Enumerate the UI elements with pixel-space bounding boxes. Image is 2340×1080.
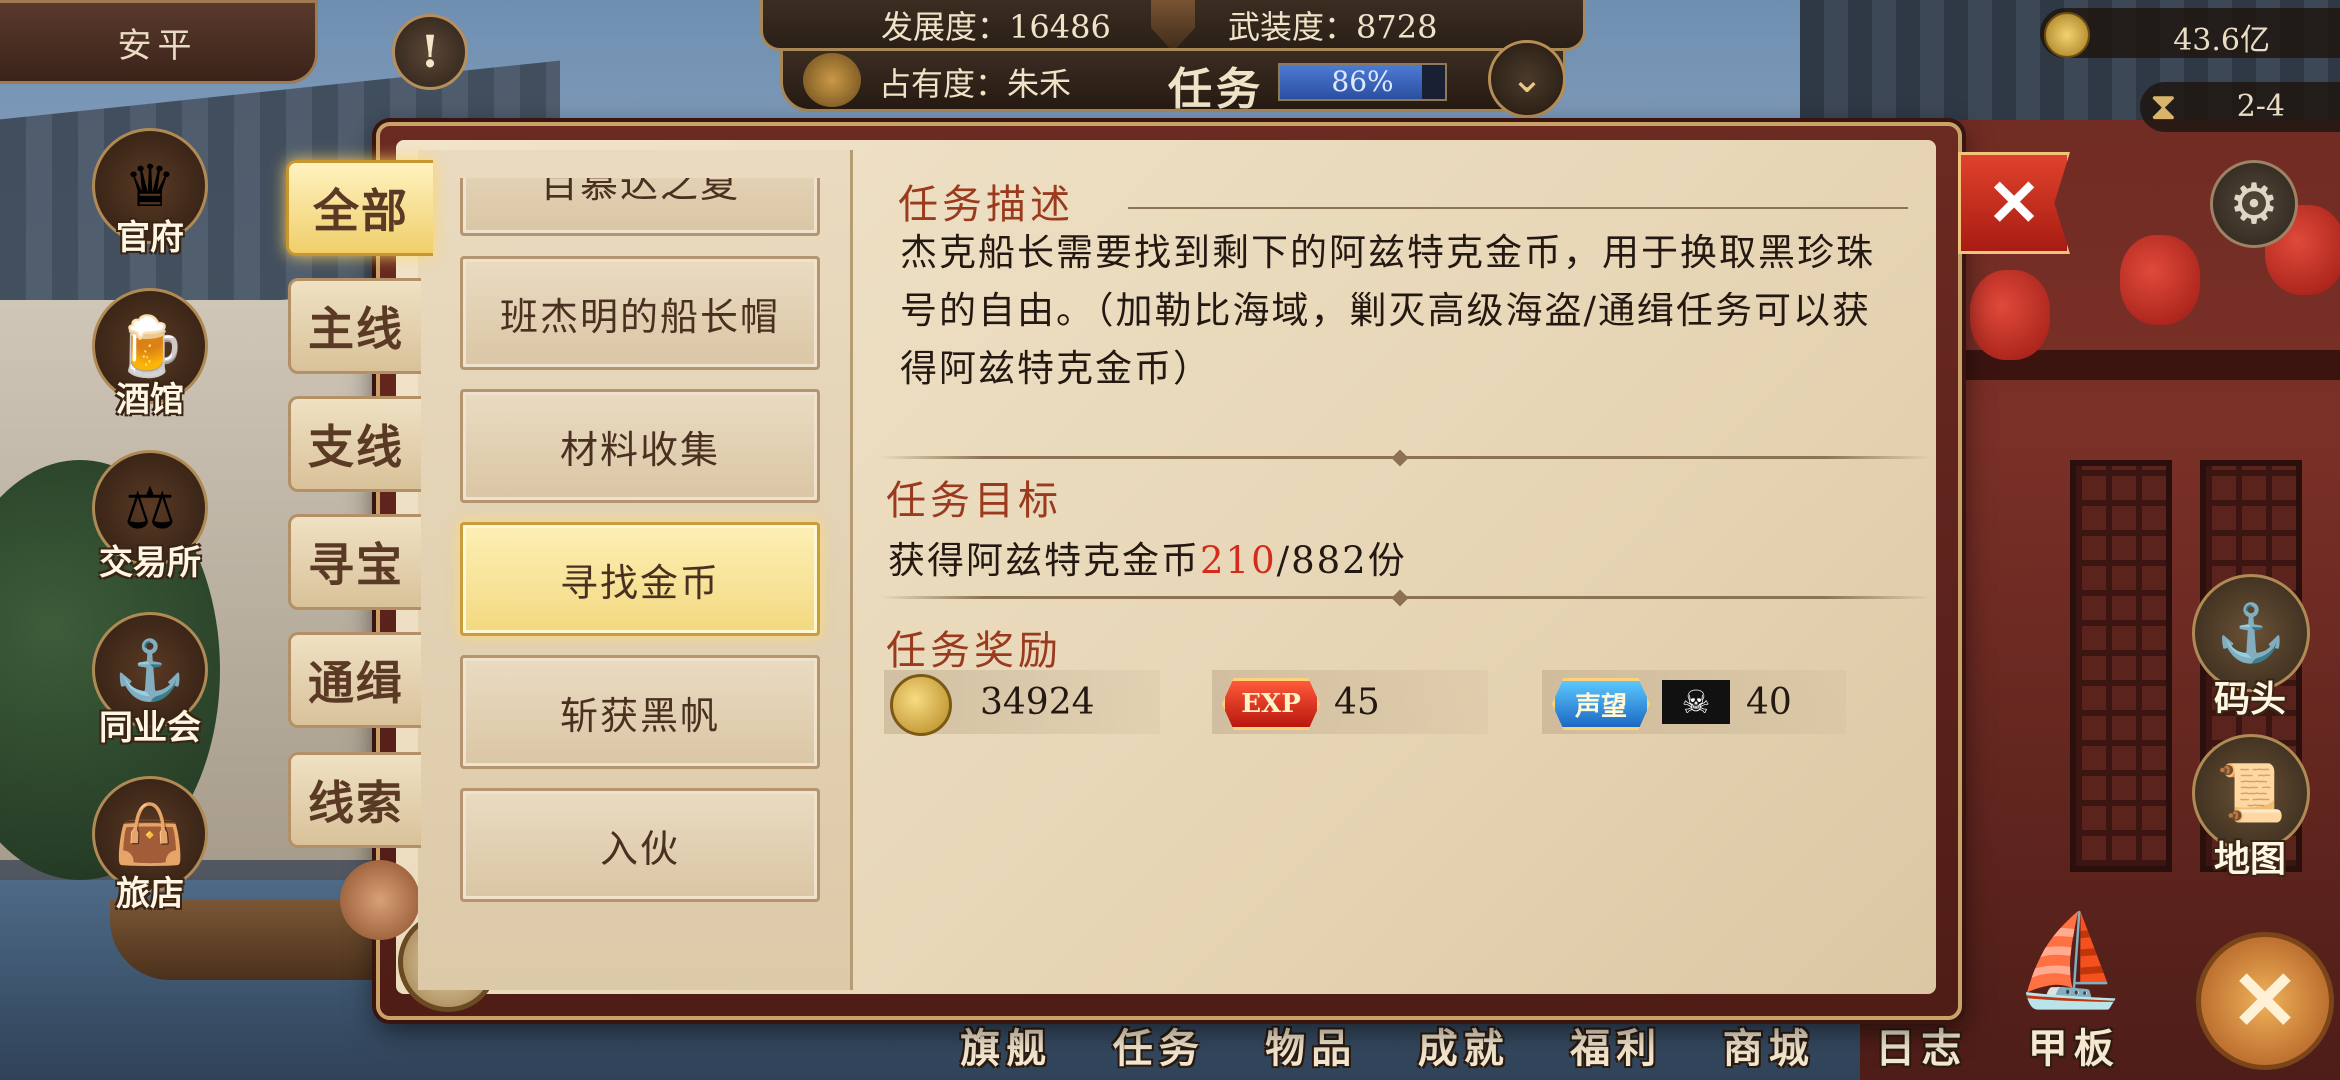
copper-ornament bbox=[340, 860, 420, 940]
description-title: 任务描述 bbox=[898, 182, 1074, 228]
development-value: 发展度：16486 bbox=[881, 8, 1111, 46]
sidebar-label: 同业会 bbox=[99, 708, 201, 748]
lantern bbox=[1970, 270, 2050, 360]
menu-deck[interactable]: 甲板 bbox=[1998, 1016, 2151, 1076]
menu-tasks[interactable]: 任务 bbox=[1083, 1016, 1236, 1076]
task-item[interactable]: 入伙 bbox=[460, 788, 820, 902]
menu-achievements[interactable]: 成就 bbox=[1388, 1016, 1541, 1076]
menu-shop[interactable]: 商城 bbox=[1693, 1016, 1846, 1076]
reward-exp-value: 45 bbox=[1334, 682, 1380, 723]
crossed-swords-icon[interactable]: ✕ bbox=[2196, 932, 2334, 1070]
sidebar-label: 旅店 bbox=[116, 874, 184, 914]
dock-label: 码头 bbox=[2213, 678, 2286, 720]
task-item[interactable]: 材料收集 bbox=[460, 389, 820, 503]
dragon-emblem-icon bbox=[803, 53, 861, 107]
reward-exp: EXP 45 bbox=[1212, 670, 1488, 734]
tab-all[interactable]: 全部 bbox=[286, 160, 433, 256]
menu-items[interactable]: 物品 bbox=[1235, 1016, 1388, 1076]
tab-treasure[interactable]: 寻宝 bbox=[288, 514, 421, 610]
sidebar-label: 酒馆 bbox=[116, 380, 184, 420]
menu-flagship[interactable]: 旗舰 bbox=[930, 1016, 1083, 1076]
shield-icon bbox=[1151, 0, 1195, 52]
fame-badge-icon: 声望 bbox=[1552, 678, 1650, 730]
bottom-menu: 旗舰 任务 物品 成就 福利 商城 日志 甲板 bbox=[930, 1016, 2150, 1076]
pirate-flag-icon: ☠ bbox=[1662, 680, 1730, 724]
goal-title: 任务目标 bbox=[886, 478, 1062, 524]
hourglass-icon: ⧗ bbox=[2150, 84, 2177, 128]
tab-clues[interactable]: 线索 bbox=[288, 752, 421, 848]
quest-progress-bar: 86% bbox=[1278, 63, 1447, 101]
goal-text: 获得阿兹特克金币 bbox=[888, 539, 1200, 582]
sidebar-label: 交易所 bbox=[99, 543, 201, 583]
time-value: 2-4 bbox=[2236, 89, 2285, 124]
lantern bbox=[2120, 235, 2200, 325]
lattice-window bbox=[2070, 460, 2172, 872]
ship-icon[interactable]: ⛵ bbox=[2010, 900, 2130, 1020]
collapse-chevron-icon[interactable]: ⌄ bbox=[1488, 40, 1566, 118]
quest-status-bar[interactable]: 占有度：朱禾 任务 86% bbox=[780, 48, 1566, 115]
location-name: 安平 bbox=[117, 25, 198, 66]
task-item[interactable]: 班杰明的船长帽 bbox=[460, 256, 820, 370]
quest-title: 任务 bbox=[1168, 64, 1264, 115]
tab-wanted[interactable]: 通缉 bbox=[288, 632, 421, 728]
reward-gold: 34924 bbox=[884, 670, 1160, 736]
gold-coin-icon bbox=[890, 674, 952, 736]
time-counter: ⧗ 2-4 bbox=[2140, 82, 2340, 132]
task-item-selected[interactable]: 寻找金币 bbox=[460, 522, 820, 636]
quest-description: 杰克船长需要找到剩下的阿兹特克金币，用于换取黑珍珠号的自由。（加勒比海域，剿灭高… bbox=[900, 231, 1875, 390]
menu-log[interactable]: 日志 bbox=[1845, 1016, 1998, 1076]
map-label: 地图 bbox=[2213, 838, 2286, 880]
exp-badge-icon: EXP bbox=[1222, 678, 1320, 730]
goal-total: /882份 bbox=[1276, 539, 1407, 582]
gold-counter: 43.6亿 bbox=[2040, 8, 2340, 58]
task-item[interactable]: 斩获黑帆 bbox=[460, 655, 820, 769]
menu-welfare[interactable]: 福利 bbox=[1540, 1016, 1693, 1076]
city-status-bar: 发展度：16486 武装度：8728 bbox=[760, 0, 1586, 52]
location-name-plate[interactable]: 安平 bbox=[0, 0, 318, 84]
gold-coin-icon bbox=[2044, 12, 2090, 58]
close-icon[interactable]: ✕ bbox=[1958, 152, 2070, 254]
title-underline bbox=[1128, 207, 1908, 209]
alert-icon[interactable]: ! bbox=[392, 14, 468, 90]
reward-fame-value: 40 bbox=[1746, 682, 1792, 723]
gold-amount: 43.6亿 bbox=[2173, 23, 2270, 58]
progress-text: 86% bbox=[1331, 65, 1394, 98]
reward-title: 任务奖励 bbox=[886, 628, 1062, 674]
goal-current: 210 bbox=[1200, 539, 1277, 582]
reward-fame: 声望 ☠ 40 bbox=[1542, 670, 1846, 734]
reward-gold-value: 34924 bbox=[980, 682, 1095, 723]
tab-main[interactable]: 主线 bbox=[288, 278, 421, 374]
occupancy-value: 占有度：朱禾 bbox=[879, 65, 1072, 103]
armament-value: 武装度：8728 bbox=[1228, 8, 1438, 46]
sidebar-label: 官府 bbox=[116, 218, 184, 258]
gear-icon[interactable]: ⚙ bbox=[2210, 160, 2298, 248]
quest-goal: 获得阿兹特克金币210/882份 bbox=[888, 530, 1407, 584]
tab-side[interactable]: 支线 bbox=[288, 396, 421, 492]
